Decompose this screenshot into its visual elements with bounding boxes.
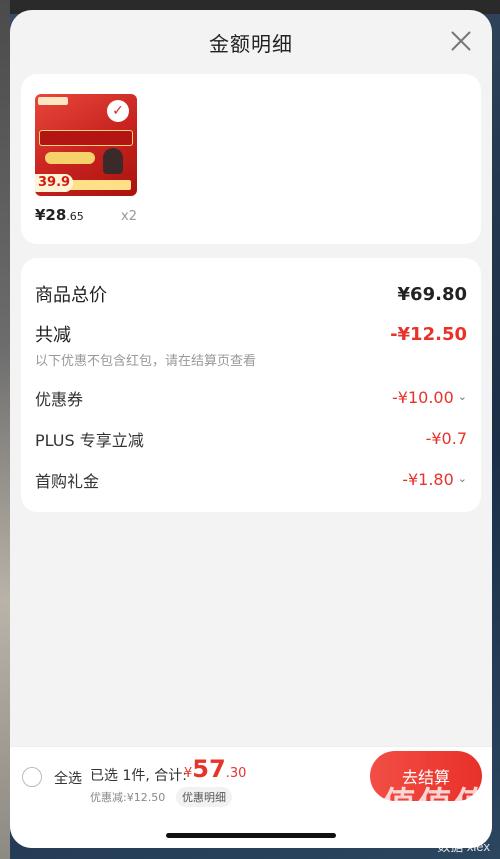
first-buy-row[interactable]: 首购礼金 -¥1.80 ⌄ bbox=[35, 459, 467, 500]
thumb-banner-small bbox=[45, 152, 95, 164]
close-icon[interactable] bbox=[450, 30, 472, 52]
total-price-row: 商品总价 ¥69.80 bbox=[35, 274, 467, 314]
coupon-row[interactable]: 优惠券 -¥10.00 ⌄ bbox=[35, 377, 467, 418]
thumb-strip bbox=[65, 180, 131, 190]
discount-detail-button[interactable]: 优惠明细 bbox=[176, 787, 232, 807]
check-icon: ✓ bbox=[107, 100, 129, 122]
page-title: 金额明细 bbox=[209, 31, 293, 56]
product-card: ✓ 39.9 ¥28.65 x2 bbox=[21, 74, 481, 244]
selected-count-text: 已选 1件, 合计: bbox=[90, 768, 187, 784]
summary-card: 商品总价 ¥69.80 共减 -¥12.50 以下优惠不包含红包，请在结算页查看… bbox=[21, 258, 481, 512]
order-total: ¥57.30 bbox=[184, 755, 247, 783]
plus-discount-label: PLUS 专享立减 bbox=[35, 430, 144, 450]
discount-note: 以下优惠不包含红包，请在结算页查看 bbox=[35, 354, 257, 369]
plus-discount-value: -¥0.7 bbox=[425, 429, 467, 448]
total-reduce-value: -¥12.50 bbox=[390, 323, 467, 345]
thumb-price-badge: 39.9 bbox=[35, 174, 74, 192]
total-reduce-row: 共减 -¥12.50 bbox=[35, 314, 467, 354]
plus-discount-row: PLUS 专享立减 -¥0.7 bbox=[35, 418, 467, 459]
product-quantity: x2 bbox=[121, 209, 137, 224]
thumb-person-figure bbox=[103, 148, 123, 174]
discount-amount: 优惠减:¥12.50 bbox=[90, 791, 166, 804]
chevron-down-icon: ⌄ bbox=[457, 390, 467, 403]
amount-detail-sheet: 金额明细 ✓ 39.9 ¥28.65 x2 商品总价 ¥69.80 共减 -¥1… bbox=[10, 10, 492, 848]
coupon-label: 优惠券 bbox=[35, 389, 84, 409]
first-buy-label: 首购礼金 bbox=[35, 471, 100, 491]
chevron-down-icon: ⌄ bbox=[457, 472, 467, 485]
total-reduce-label: 共减 bbox=[35, 325, 71, 346]
select-all-radio[interactable] bbox=[22, 767, 42, 787]
thumb-banner bbox=[39, 130, 133, 146]
coupon-value: -¥10.00 ⌄ bbox=[392, 388, 467, 407]
watermark-url: zhizhizhi.com bbox=[411, 823, 490, 838]
watermark-sub: 数据 xlex bbox=[437, 839, 490, 854]
first-buy-value: -¥1.80 ⌄ bbox=[402, 470, 467, 489]
background-app-left bbox=[0, 0, 10, 859]
total-price-label: 商品总价 bbox=[35, 285, 107, 306]
sheet-header: 金额明细 bbox=[10, 10, 492, 74]
product-meta: ¥28.65 x2 bbox=[35, 206, 137, 224]
thumb-brand-logo bbox=[38, 97, 68, 105]
home-indicator bbox=[166, 833, 336, 838]
product-price: ¥28.65 bbox=[35, 206, 84, 224]
watermark-logo: 值值值 bbox=[382, 786, 490, 824]
select-all-label[interactable]: 全选 bbox=[54, 768, 82, 788]
total-price-value: ¥69.80 bbox=[397, 283, 467, 305]
product-image[interactable]: ✓ 39.9 bbox=[35, 94, 137, 196]
watermark: 值值值 zhizhizhi.com 数据 xlex bbox=[382, 787, 490, 855]
